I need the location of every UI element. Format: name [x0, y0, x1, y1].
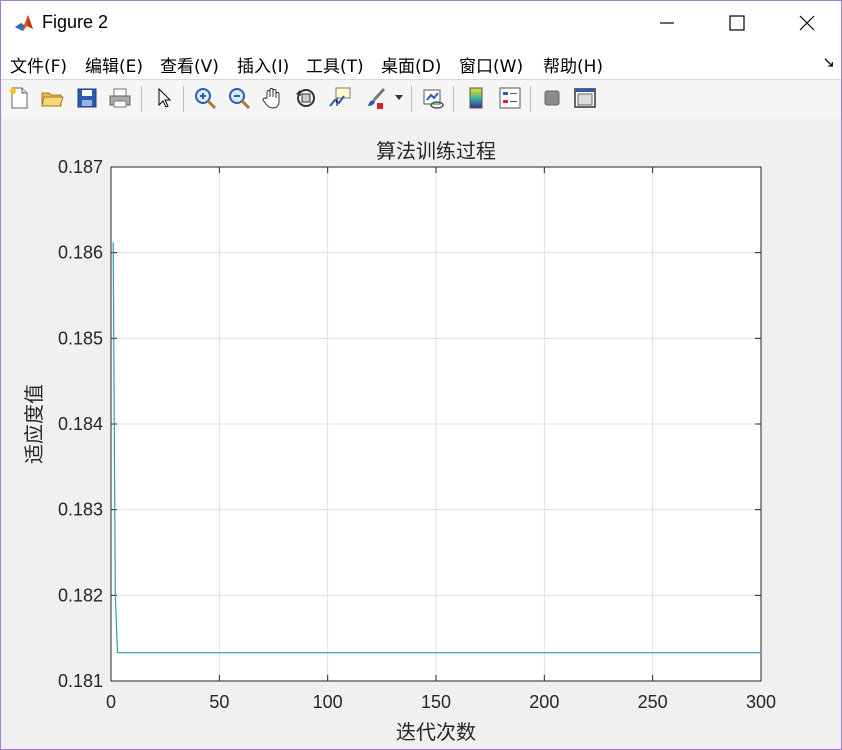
close-icon	[799, 15, 815, 31]
legend-icon	[499, 87, 521, 109]
dock-figure-icon[interactable]: ↘	[822, 53, 835, 71]
maximize-icon	[729, 15, 745, 31]
y-tick-label: 0.183	[58, 500, 103, 520]
minimize-button[interactable]	[637, 1, 697, 45]
open-file-button[interactable]	[38, 84, 66, 112]
toolbar-separator	[183, 86, 184, 112]
rotate-3d-icon	[296, 89, 315, 107]
y-tick-label: 0.184	[58, 414, 103, 434]
matlab-logo-icon	[13, 12, 35, 34]
data-cursor-icon	[329, 87, 351, 107]
toolbar-separator	[411, 86, 412, 112]
menu-tools[interactable]: 工具(T)	[306, 52, 364, 77]
rotate-3d-button[interactable]	[292, 84, 320, 112]
y-tick-label: 0.187	[58, 157, 103, 177]
open-file-icon	[41, 92, 64, 107]
menu-desktop[interactable]: 桌面(D)	[381, 52, 441, 77]
x-tick-label: 300	[746, 692, 776, 712]
chevron-down-icon	[395, 95, 403, 100]
chart-title: 算法训练过程	[376, 139, 496, 163]
link-plot-icon	[423, 89, 444, 109]
show-plot-tools-button[interactable]	[571, 84, 599, 112]
y-axis-label: 适应度值	[22, 384, 46, 464]
figure-canvas: 0 50 100 150 200 250 300 0.181 0.182 0.183 0.184 0.…	[1, 118, 841, 749]
colorbar-button[interactable]	[462, 84, 490, 112]
toolbar-separator	[453, 86, 454, 112]
edit-plot-button[interactable]	[150, 84, 178, 112]
new-figure-button[interactable]	[5, 84, 33, 112]
print-icon	[109, 88, 131, 108]
save-icon	[77, 88, 97, 108]
menu-insert[interactable]: 插入(I)	[237, 52, 289, 77]
colorbar-icon	[469, 87, 483, 109]
window-title: Figure 2	[42, 12, 109, 32]
pan-button[interactable]	[259, 84, 287, 112]
y-tick-label: 0.181	[58, 671, 103, 691]
brush-dropdown-button[interactable]	[392, 84, 406, 112]
menu-help[interactable]: 帮助(H)	[543, 52, 603, 77]
figure-toolbar	[1, 79, 841, 119]
menu-bar: 文件(F) 编辑(E) 查看(V) 插入(I) 工具(T) 桌面(D) 窗口(W…	[1, 45, 841, 79]
y-tick-label: 0.185	[58, 328, 103, 348]
zoom-out-icon	[229, 88, 251, 110]
zoom-in-button[interactable]	[191, 84, 219, 112]
legend-button[interactable]	[496, 84, 524, 112]
pointer-icon	[158, 87, 172, 108]
title-bar[interactable]: Figure 2	[1, 1, 841, 45]
y-tick-label: 0.186	[58, 243, 103, 263]
pan-hand-icon	[262, 88, 280, 109]
x-tick-label: 100	[313, 692, 343, 712]
x-tick-label: 250	[638, 692, 668, 712]
maximize-button[interactable]	[707, 1, 767, 45]
close-button[interactable]	[777, 1, 837, 45]
menu-file[interactable]: 文件(F)	[10, 52, 67, 77]
show-plot-tools-icon	[574, 88, 596, 108]
y-tick-label: 0.182	[58, 585, 103, 605]
save-button[interactable]	[73, 84, 101, 112]
brush-icon	[368, 87, 386, 109]
brush-button[interactable]	[362, 84, 390, 112]
data-cursor-button[interactable]	[326, 84, 354, 112]
link-plot-button[interactable]	[419, 84, 447, 112]
x-tick-label: 200	[529, 692, 559, 712]
line-chart[interactable]: 0 50 100 150 200 250 300 0.181 0.182 0.183 0.184 0.…	[1, 118, 841, 749]
hide-plot-tools-icon	[544, 90, 560, 106]
zoom-in-icon	[195, 88, 217, 110]
figure-window: Figure 2 文件(F) 编辑(E) 查看(V) 插入(I) 工具(T) 桌…	[0, 0, 842, 750]
new-figure-icon	[10, 87, 28, 109]
toolbar-separator	[141, 86, 142, 112]
toolbar-separator	[530, 86, 531, 112]
menu-edit[interactable]: 编辑(E)	[85, 52, 143, 77]
menu-view[interactable]: 查看(V)	[160, 52, 219, 77]
x-tick-label: 0	[106, 692, 116, 712]
zoom-out-button[interactable]	[225, 84, 253, 112]
print-button[interactable]	[106, 84, 134, 112]
menu-window[interactable]: 窗口(W)	[459, 52, 523, 77]
hide-plot-tools-button[interactable]	[538, 84, 566, 112]
x-tick-label: 50	[209, 692, 229, 712]
x-tick-label: 150	[421, 692, 451, 712]
minimize-icon	[660, 22, 674, 24]
x-axis-label: 迭代次数	[396, 720, 476, 744]
